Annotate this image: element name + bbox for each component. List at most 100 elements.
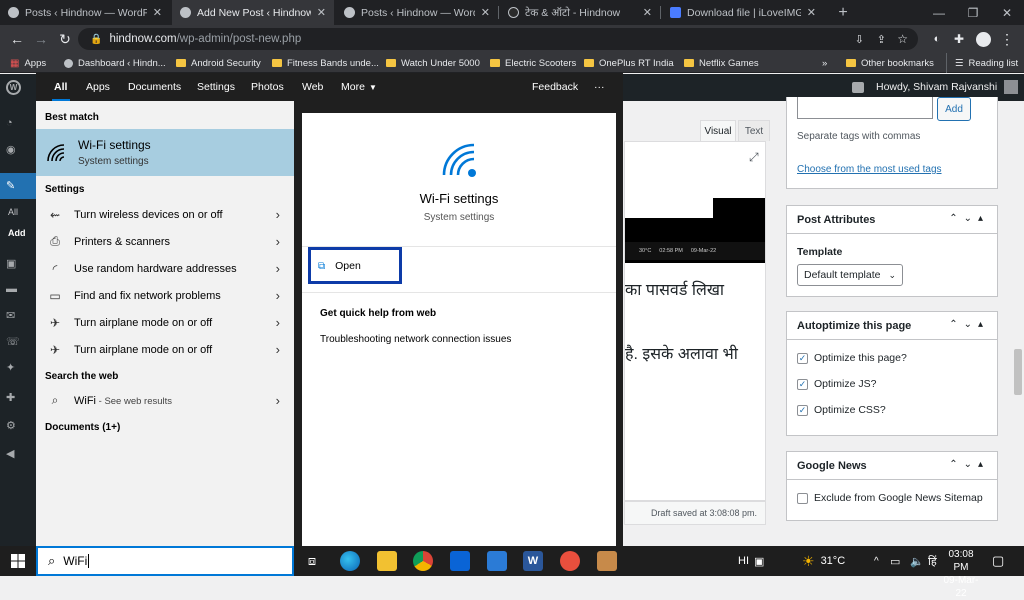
sidebar-add-new[interactable]: Add [8, 228, 26, 242]
user-avatar[interactable] [1004, 80, 1018, 94]
close-window-icon[interactable]: ✕ [990, 0, 1024, 25]
browser-tab[interactable]: टेक & ऑटो - Hindnow ✕ [500, 0, 660, 25]
box-controls-icon[interactable]: ⌃⌄▴ [949, 459, 989, 470]
snipping-tool-icon[interactable] [560, 551, 580, 571]
mail-icon[interactable]: ✉ [6, 309, 20, 323]
checkbox-checked[interactable]: ✓ [797, 404, 808, 416]
input-language-hi[interactable]: HI [738, 546, 749, 576]
restore-icon[interactable]: ❐ [956, 0, 990, 25]
web-result-item[interactable]: ⌕ WiFi - See web results › [36, 387, 294, 414]
dashboard-icon[interactable]: ◔ [6, 117, 20, 131]
checkbox-row[interactable]: ✓ Optimize CSS? [797, 404, 886, 416]
tray-app-icon[interactable]: ▣ [754, 546, 764, 576]
tab-web[interactable]: Web [302, 73, 323, 101]
chevron-right-icon[interactable]: › [276, 234, 280, 249]
close-tab-icon[interactable]: ✕ [153, 6, 162, 19]
mail-icon[interactable] [450, 551, 470, 571]
tags-input[interactable] [797, 97, 933, 119]
task-view-icon[interactable]: ⧈ [302, 551, 322, 571]
chevron-right-icon[interactable]: › [276, 315, 280, 330]
box-controls-icon[interactable]: ⌃⌄▴ [949, 319, 989, 330]
language-indicator[interactable]: हिं [928, 546, 937, 576]
choose-tags-link[interactable]: Choose from the most used tags [797, 164, 942, 175]
menu-kebab-icon[interactable]: ⋮ [996, 25, 1018, 53]
tab-photos[interactable]: Photos [251, 73, 284, 101]
feedback-link[interactable]: Feedback [532, 73, 578, 101]
jetpack-icon[interactable]: ◉ [6, 143, 20, 157]
open-action[interactable]: ⧉ Open [318, 260, 361, 272]
browser-tab[interactable]: Posts ‹ Hindnow — WordPre✕ [0, 0, 170, 25]
tab-documents[interactable]: Documents [128, 73, 181, 101]
chevron-right-icon[interactable]: › [276, 393, 280, 408]
volume-icon[interactable]: 🔈 [910, 546, 924, 576]
comments-icon[interactable]: ▬ [6, 283, 20, 297]
tools-icon[interactable]: ✚ [6, 391, 20, 405]
wordpress-logo-icon[interactable]: W [6, 80, 21, 95]
browser-tab[interactable]: Download file | iLoveIMG ✕ [662, 0, 824, 25]
share-icon[interactable]: ⇪ [877, 33, 886, 46]
bookmark-item[interactable]: Android Security [176, 53, 261, 73]
collapse-icon[interactable]: ◀ [6, 447, 20, 461]
chevron-right-icon[interactable]: › [276, 288, 280, 303]
network-tray-icon[interactable]: ▭ [890, 546, 900, 576]
best-match-item[interactable]: Wi-Fi settings System settings [36, 129, 294, 176]
profile-avatar-icon[interactable] [972, 25, 994, 53]
word-icon[interactable]: W [523, 551, 543, 571]
bookmark-item[interactable]: Electric Scooters [490, 53, 576, 73]
more-options-icon[interactable]: ··· [594, 73, 605, 101]
close-tab-icon[interactable]: ✕ [807, 6, 816, 19]
settings-icon[interactable]: ⚙ [6, 419, 20, 433]
tray-chevron-icon[interactable]: ^ [874, 546, 879, 576]
add-tag-button[interactable]: Add [937, 97, 971, 121]
bookmark-item[interactable]: Fitness Bands unde... [272, 53, 379, 73]
tab-all[interactable]: All [54, 73, 67, 101]
browser-tab[interactable]: Posts ‹ Hindnow — WordPre✕ [336, 0, 498, 25]
comment-icon[interactable] [852, 82, 864, 93]
checkbox-row[interactable]: ✓ Optimize JS? [797, 378, 876, 390]
close-tab-icon[interactable]: ✕ [317, 6, 326, 19]
back-arrow-icon[interactable]: ← [6, 25, 28, 53]
reading-list[interactable]: ☰ Reading list [946, 53, 1018, 73]
calculator-icon[interactable] [487, 551, 507, 571]
pin-icon[interactable]: ✎ [6, 179, 20, 193]
chrome-icon[interactable] [413, 551, 433, 571]
browser-tab-active[interactable]: Add New Post ‹ Hindnow —✕ [172, 0, 334, 25]
edge-browser-icon[interactable] [340, 551, 360, 571]
editor-content[interactable]: ⤢ 30°C 02:58 PM 09-Mar-22 का पासवर्ड लिखा … [624, 141, 766, 501]
bookmark-item[interactable]: OnePlus RT India [584, 53, 674, 73]
fullscreen-icon[interactable]: ⤢ [749, 150, 759, 165]
minimize-icon[interactable]: — [922, 0, 956, 25]
settings-result-item[interactable]: ✈ Turn airplane mode on or off › [36, 309, 294, 336]
tab-settings[interactable]: Settings [197, 73, 235, 101]
settings-result-item[interactable]: ▭ Find and fix network problems › [36, 282, 294, 309]
bookmark-item[interactable]: Dashboard ‹ Hindn... [64, 53, 166, 73]
puzzle-extensions-icon[interactable]: ✚ [948, 25, 970, 53]
sidebar-all-posts[interactable]: All [8, 207, 22, 221]
tab-text[interactable]: Text [738, 120, 770, 141]
box-controls-icon[interactable]: ⌃⌄▴ [949, 213, 989, 224]
forward-arrow-icon[interactable]: → [30, 25, 52, 53]
ratings-icon[interactable]: ✦ [6, 361, 20, 375]
settings-result-item[interactable]: ✈ Turn airplane mode on or off › [36, 336, 294, 363]
contact-icon[interactable]: ☏ [6, 335, 20, 349]
bookmark-apps[interactable]: ▦ Apps [10, 53, 46, 73]
tab-visual[interactable]: Visual [700, 120, 736, 141]
quick-help-link[interactable]: Troubleshooting network connection issue… [320, 334, 511, 345]
media-icon[interactable]: ▣ [6, 257, 20, 271]
chevron-right-icon[interactable]: › [276, 261, 280, 276]
reload-icon[interactable]: ↻ [54, 25, 76, 53]
settings-result-item[interactable]: ◜ Use random hardware addresses › [36, 255, 294, 282]
checkbox-checked[interactable]: ✓ [797, 378, 808, 390]
tab-more[interactable]: More ▼ [341, 73, 377, 101]
windows-start-icon[interactable] [11, 554, 25, 568]
checkbox-row[interactable]: Exclude from Google News Sitemap [797, 492, 983, 504]
paint-icon[interactable] [597, 551, 617, 571]
bookmark-item[interactable]: Watch Under 5000 [386, 53, 480, 73]
new-tab-icon[interactable]: + [826, 0, 860, 25]
taskbar-search-box[interactable]: ⌕ WiFi [36, 546, 294, 576]
settings-result-item[interactable]: ⎙ Printers & scanners › [36, 228, 294, 255]
more-bookmarks-chevron[interactable]: » [822, 53, 827, 73]
close-tab-icon[interactable]: ✕ [643, 6, 652, 19]
address-bar[interactable]: 🔒 hindnow.com/wp-admin/post-new.php ⇩ ⇪ … [78, 28, 918, 50]
checkbox-row[interactable]: ✓ Optimize this page? [797, 352, 907, 364]
